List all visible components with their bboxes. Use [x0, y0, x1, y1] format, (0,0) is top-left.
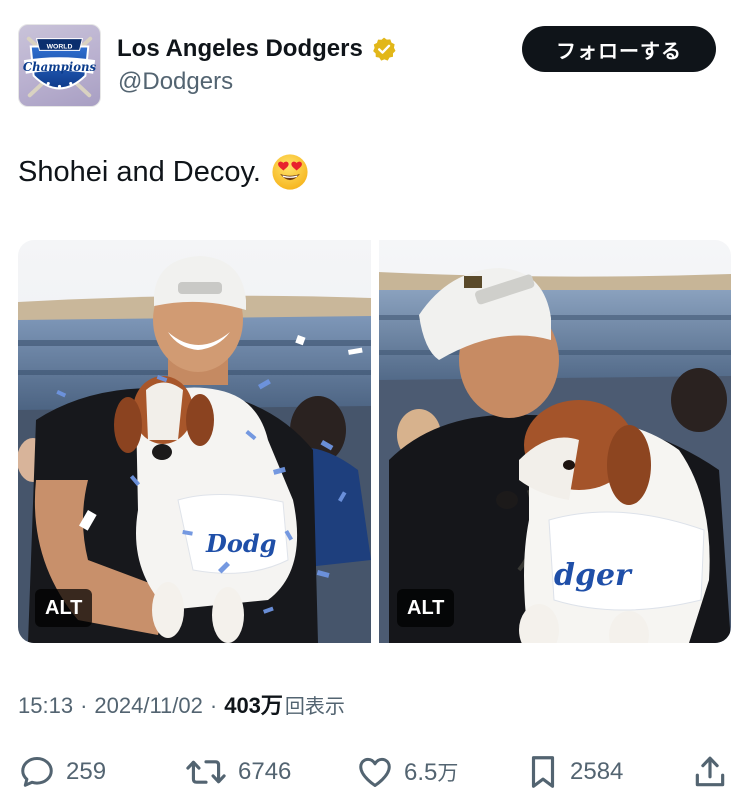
share-button[interactable]: [692, 750, 728, 794]
repost-icon: [186, 760, 226, 784]
follow-button[interactable]: フォローする: [522, 26, 716, 72]
photo-image: dger: [379, 240, 731, 643]
meta-separator: ·: [209, 693, 218, 718]
photo-image: Dodg: [18, 240, 371, 643]
heart-eyes-emoji-icon: [272, 154, 308, 190]
svg-text:dger: dger: [554, 558, 633, 593]
bookmark-count: 2584: [570, 758, 624, 785]
reply-count: 259: [66, 758, 107, 785]
logo-world-text: WORLD: [47, 43, 73, 50]
verified-badge-icon: [372, 37, 396, 61]
repost-count: 6746: [238, 758, 292, 785]
tweet-date[interactable]: 2024/11/02: [94, 693, 202, 719]
like-count-number: 6.5: [404, 759, 438, 786]
like-button[interactable]: 6.5万: [356, 750, 458, 794]
bookmark-button[interactable]: 2584: [526, 750, 623, 794]
views-label: 回表示: [284, 694, 345, 718]
photo-shohei-decoy-2[interactable]: dger ALT: [379, 240, 731, 643]
author-name-row[interactable]: Los Angeles Dodgers: [117, 32, 397, 66]
avatar[interactable]: WORLD Champions: [18, 24, 101, 107]
reply-button[interactable]: 259: [18, 750, 106, 794]
tweet-text: Shohei and Decoy.: [18, 153, 309, 191]
author-handle[interactable]: @Dodgers: [118, 68, 233, 96]
alt-badge[interactable]: ALT: [397, 589, 455, 627]
svg-text:Dodg: Dodg: [205, 529, 276, 558]
photo-shohei-decoy-1[interactable]: Dodg ALT: [18, 240, 371, 643]
world-champions-logo: WORLD Champions: [23, 36, 97, 98]
like-count-unit: 万: [437, 761, 459, 785]
meta-separator: ·: [80, 693, 88, 718]
share-icon: [695, 756, 725, 787]
tweet-meta: 15:13 · 2024/11/02 · 403万 回表示: [18, 688, 345, 720]
reply-icon: [21, 757, 53, 787]
tweet-time[interactable]: 15:13: [18, 693, 73, 719]
like-count: 6.5万: [404, 757, 458, 787]
heart-icon: [359, 757, 391, 787]
media-grid: Dodg ALT dger ALT: [18, 240, 731, 643]
repost-button[interactable]: 6746: [184, 750, 291, 794]
bookmark-icon: [531, 756, 555, 788]
logo-champions-text: Champions: [23, 60, 97, 74]
display-name[interactable]: Los Angeles Dodgers: [117, 35, 363, 63]
views-count[interactable]: 403万: [224, 688, 283, 720]
alt-badge[interactable]: ALT: [35, 589, 93, 627]
tweet-body: Shohei and Decoy.: [18, 155, 261, 188]
